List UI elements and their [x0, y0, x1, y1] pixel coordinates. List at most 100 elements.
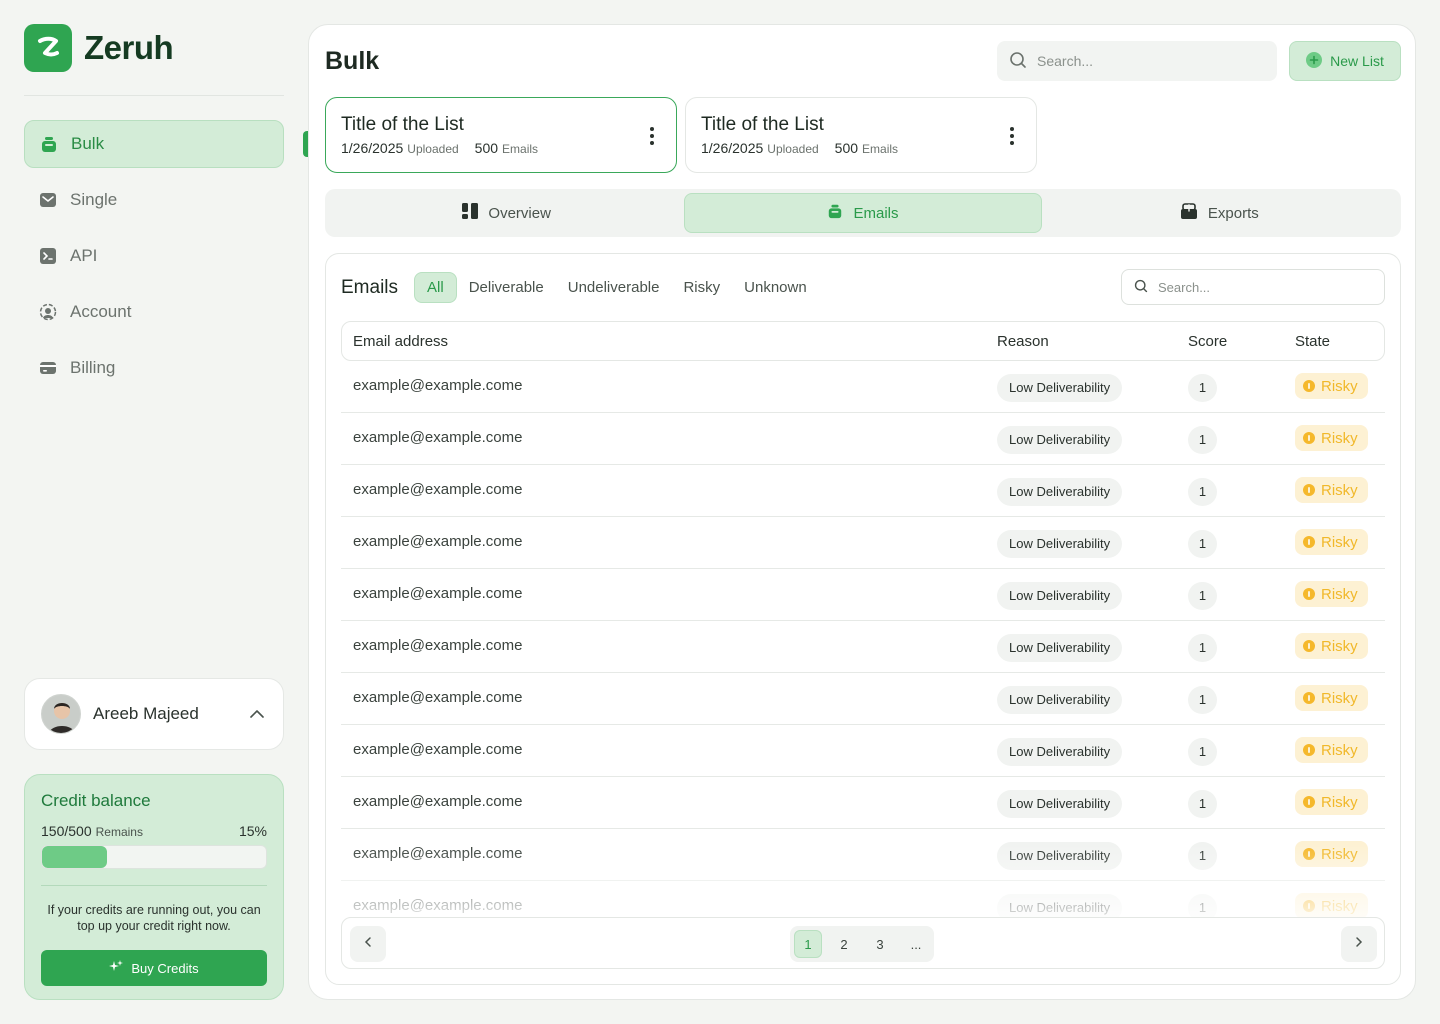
card-icon	[38, 358, 58, 378]
table-row[interactable]: example@example.come Low Deliverability 1 R…	[341, 517, 1385, 569]
score-badge: 1	[1188, 582, 1217, 610]
column-header-email[interactable]: Email address	[353, 333, 448, 350]
zeruh-logo-icon	[24, 24, 72, 72]
table-row[interactable]: example@example.come Low Deliverability 1 R…	[341, 777, 1385, 829]
sidebar-item-label: Billing	[70, 358, 116, 377]
status-badge: Risky	[1295, 373, 1368, 399]
buy-credits-button[interactable]: Buy Credits	[41, 950, 267, 986]
main-panel: Bulk Search... New List Title of the Lis…	[308, 24, 1416, 1000]
list-card[interactable]: Title of the List 1/26/2025 Uploaded 500 E…	[685, 97, 1037, 173]
status-label: Risky	[1321, 533, 1358, 551]
status-label: Risky	[1321, 845, 1358, 863]
plus-circle-icon	[1306, 51, 1323, 71]
brand-name: Zeruh	[84, 29, 174, 66]
column-header-score[interactable]: Score	[1188, 333, 1227, 350]
filter-unknown[interactable]: Unknown	[732, 273, 819, 302]
list-date: 1/26/2025	[341, 140, 404, 156]
page-numbers: 1 2 3 ...	[790, 926, 934, 962]
tab-exports[interactable]: Exports	[1042, 193, 1397, 233]
status-badge: Risky	[1295, 425, 1368, 451]
table-row[interactable]: example@example.come Low Deliverability 1 R…	[341, 413, 1385, 465]
sidebar-nav: Bulk Single API Account Billing	[24, 120, 311, 392]
reason-badge: Low Deliverability	[997, 738, 1123, 766]
page-ellipsis[interactable]: ...	[902, 930, 930, 958]
search-input[interactable]: Search...	[997, 41, 1277, 81]
score-badge: 1	[1188, 530, 1217, 558]
warning-icon	[1303, 640, 1315, 652]
filter-deliverable[interactable]: Deliverable	[457, 273, 556, 302]
filter-undeliverable[interactable]: Undeliverable	[556, 273, 672, 302]
email-address: example@example.come	[353, 845, 523, 862]
email-address: example@example.come	[353, 689, 523, 706]
sidebar-item-bulk[interactable]: Bulk	[24, 120, 311, 168]
chevron-up-icon[interactable]	[247, 704, 267, 724]
list-count: 500	[834, 140, 859, 156]
table-row[interactable]: example@example.come Low Deliverability 1 R…	[341, 621, 1385, 673]
sidebar-item-billing[interactable]: Billing	[24, 344, 284, 392]
status-label: Risky	[1321, 585, 1358, 603]
table-search-input[interactable]: Search...	[1121, 269, 1385, 305]
sidebar-item-single[interactable]: Single	[24, 176, 284, 224]
list-count-label: Emails	[502, 142, 539, 156]
account-icon	[38, 302, 58, 322]
warning-icon	[1303, 796, 1315, 808]
score-badge: 1	[1188, 686, 1217, 714]
tab-emails[interactable]: Emails	[684, 193, 1042, 233]
credit-total: /500	[64, 823, 92, 839]
warning-icon	[1303, 588, 1315, 600]
reason-badge: Low Deliverability	[997, 582, 1123, 610]
chevron-left-icon	[362, 935, 374, 953]
sidebar-item-account[interactable]: Account	[24, 288, 284, 336]
score-badge: 1	[1188, 478, 1217, 506]
tab-overview[interactable]: Overview	[329, 193, 684, 233]
warning-icon	[1303, 536, 1315, 548]
bag-icon	[39, 134, 59, 154]
prev-page-button[interactable]	[350, 926, 386, 962]
table-row[interactable]: example@example.come Low Deliverability 1 R…	[341, 569, 1385, 621]
column-header-reason[interactable]: Reason	[997, 333, 1049, 350]
more-options-icon[interactable]	[650, 126, 654, 146]
export-icon	[1180, 203, 1198, 223]
status-label: Risky	[1321, 689, 1358, 707]
tab-label: Emails	[853, 204, 899, 222]
warning-icon	[1303, 900, 1315, 912]
page-2[interactable]: 2	[830, 930, 858, 958]
table-body: example@example.come Low Deliverability 1 R…	[341, 361, 1385, 933]
credit-used: 150	[41, 823, 65, 839]
view-tabs: Overview Emails Exports	[325, 189, 1401, 237]
logo[interactable]: Zeruh	[24, 24, 284, 72]
page-3[interactable]: 3	[866, 930, 894, 958]
reason-badge: Low Deliverability	[997, 686, 1123, 714]
filter-all[interactable]: All	[414, 272, 457, 303]
table-row[interactable]: example@example.come Low Deliverability 1 R…	[341, 361, 1385, 413]
chevron-right-icon	[1353, 935, 1365, 953]
emails-panel: Emails All Deliverable Undeliverable Ris…	[325, 253, 1401, 985]
credit-balance-card: Credit balance 150/500 Remains 15% If you…	[24, 774, 284, 1000]
credit-percent: 15%	[238, 823, 267, 839]
status-label: Risky	[1321, 481, 1358, 499]
bag-icon	[827, 203, 843, 223]
table-row[interactable]: example@example.come Low Deliverability 1 R…	[341, 829, 1385, 881]
credit-progress-fill	[42, 846, 107, 868]
list-card[interactable]: Title of the List 1/26/2025 Uploaded 500 E…	[325, 97, 677, 173]
user-menu[interactable]: Areeb Majeed	[24, 678, 284, 750]
more-options-icon[interactable]	[1010, 126, 1014, 146]
warning-icon	[1303, 380, 1315, 392]
filter-risky[interactable]: Risky	[671, 273, 732, 302]
list-count-label: Emails	[862, 142, 899, 156]
warning-icon	[1303, 432, 1315, 444]
table-row[interactable]: example@example.come Low Deliverability 1 R…	[341, 725, 1385, 777]
new-list-button[interactable]: New List	[1289, 41, 1401, 81]
table-row[interactable]: example@example.come Low Deliverability 1 R…	[341, 673, 1385, 725]
next-page-button[interactable]	[1341, 926, 1377, 962]
page-1[interactable]: 1	[794, 930, 822, 958]
score-badge: 1	[1188, 738, 1217, 766]
table-row[interactable]: example@example.come Low Deliverability 1 R…	[341, 465, 1385, 517]
tab-label: Overview	[488, 204, 551, 222]
sidebar-item-api[interactable]: API	[24, 232, 284, 280]
email-address: example@example.come	[353, 377, 523, 394]
column-header-state[interactable]: State	[1295, 333, 1330, 350]
list-title: Title of the List	[341, 114, 464, 135]
sidebar-item-label: Account	[70, 302, 132, 321]
credit-divider	[41, 885, 267, 886]
